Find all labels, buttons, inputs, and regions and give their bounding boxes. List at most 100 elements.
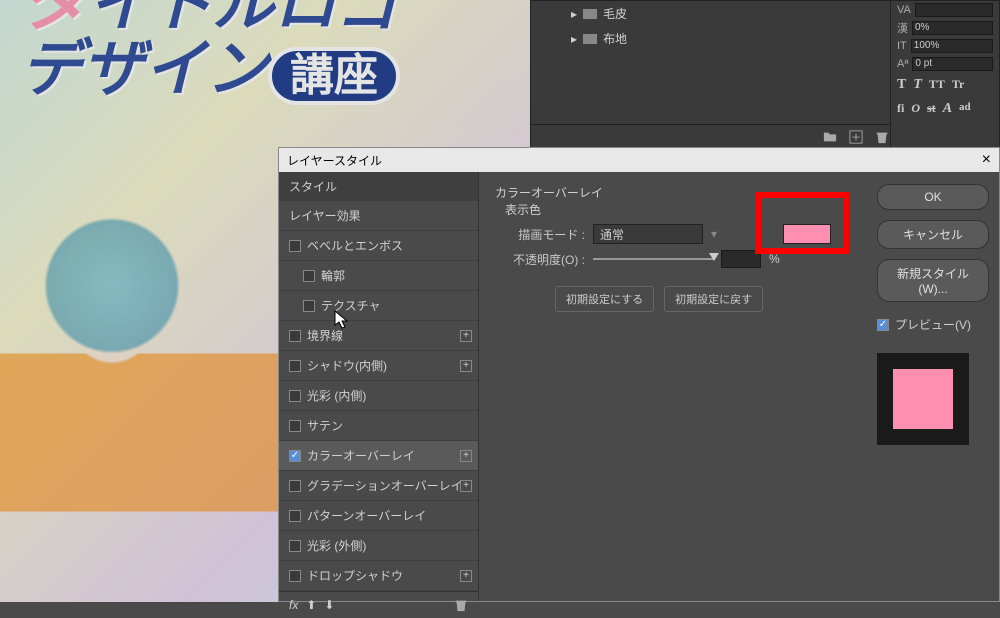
styles-header[interactable]: スタイル bbox=[279, 172, 478, 201]
chevron-down-icon[interactable]: ▾ bbox=[711, 227, 717, 241]
slider-thumb[interactable] bbox=[709, 253, 719, 261]
type-toolbar: T T TT Tr bbox=[891, 73, 999, 97]
down-icon[interactable]: ⬇ bbox=[324, 598, 334, 612]
italic-button[interactable]: T bbox=[913, 77, 922, 93]
style-checkbox[interactable] bbox=[303, 300, 315, 312]
italic-alt-button[interactable]: A bbox=[943, 101, 952, 117]
detail-area: カラーオーバーレイ 表示色 描画モード : 通常 ▾ 不透明度(O) : % 初… bbox=[479, 172, 867, 601]
style-label: 輪郭 bbox=[321, 267, 345, 284]
layer-item[interactable]: ▸ 布地 bbox=[531, 26, 909, 51]
styles-list: スタイル レイヤー効果ベベルとエンボス輪郭テクスチャ境界線+ シャドウ(内側) + 光… bbox=[279, 172, 479, 601]
style-label: レイヤー効果 bbox=[289, 207, 361, 224]
layer-footer-icons bbox=[531, 124, 909, 149]
style-checkbox[interactable] bbox=[289, 360, 301, 372]
add-icon[interactable] bbox=[849, 130, 863, 144]
add-effect-icon[interactable]: + bbox=[460, 360, 472, 372]
chevron-right-icon: ▸ bbox=[571, 7, 577, 21]
style-label: ドロップシャドウ bbox=[307, 567, 403, 584]
style-item[interactable]: テクスチャ bbox=[279, 291, 478, 321]
new-style-button[interactable]: 新規スタイル(W)... bbox=[877, 259, 989, 302]
style-label: サテン bbox=[307, 417, 343, 434]
type-toolbar-2: fi O st A ad bbox=[891, 97, 999, 121]
trash-icon[interactable] bbox=[875, 130, 889, 144]
style-label: パターンオーバーレイ bbox=[307, 507, 426, 524]
folder-icon bbox=[583, 9, 597, 19]
style-label: グラデーションオーバーレイ bbox=[307, 477, 463, 494]
style-checkbox[interactable] bbox=[303, 270, 315, 282]
folder-icon bbox=[583, 34, 597, 44]
add-effect-icon[interactable]: + bbox=[460, 570, 472, 582]
allcaps-button[interactable]: TT bbox=[929, 77, 945, 93]
dialog-buttons: OK キャンセル 新規スタイル(W)... プレビュー(V) bbox=[867, 172, 999, 601]
style-item[interactable]: 光彩 (内側) bbox=[279, 381, 478, 411]
blend-mode-dropdown[interactable]: 通常 bbox=[593, 224, 703, 244]
ligature-button[interactable]: fi bbox=[897, 101, 904, 117]
title-blue-1: イトルロゴ bbox=[88, 0, 398, 39]
va-input[interactable] bbox=[915, 3, 993, 17]
preview-swatch bbox=[877, 353, 969, 445]
ordinals-button[interactable]: O bbox=[911, 101, 920, 117]
layer-style-dialog: レイヤースタイル × スタイル レイヤー効果ベベルとエンボス輪郭テクスチャ境界線… bbox=[278, 147, 1000, 602]
style-checkbox[interactable] bbox=[289, 390, 301, 402]
blend-mode-value: 通常 bbox=[600, 226, 624, 243]
dialog-title-text: レイヤースタイル bbox=[287, 152, 382, 169]
dialog-titlebar: レイヤースタイル × bbox=[279, 148, 999, 172]
style-item[interactable]: 境界線+ bbox=[279, 321, 478, 351]
cancel-button[interactable]: キャンセル bbox=[877, 220, 989, 249]
style-item[interactable]: レイヤー効果 bbox=[279, 201, 478, 231]
style-checkbox[interactable] bbox=[289, 540, 301, 552]
trash-icon[interactable] bbox=[454, 598, 468, 612]
fx-toolbar: fx ⬆ ⬇ bbox=[279, 591, 478, 618]
reset-default-button[interactable]: 初期設定にする bbox=[555, 286, 654, 312]
folder-icon[interactable] bbox=[823, 130, 837, 144]
style-checkbox[interactable] bbox=[289, 420, 301, 432]
style-item[interactable]: シャドウ(内側) + bbox=[279, 351, 478, 381]
baseline-label: Aª bbox=[897, 58, 908, 70]
style-label: シャドウ(内側) bbox=[307, 357, 387, 374]
ok-button[interactable]: OK bbox=[877, 184, 989, 210]
kerning-input[interactable]: 0% bbox=[912, 21, 993, 35]
baseline-input[interactable]: 0 pt bbox=[912, 57, 993, 71]
preview-checkbox[interactable] bbox=[877, 319, 889, 331]
add-effect-icon[interactable]: + bbox=[460, 480, 472, 492]
smallcaps-button[interactable]: Tr bbox=[952, 77, 964, 93]
style-checkbox[interactable] bbox=[289, 510, 301, 522]
title-badge: 講座 bbox=[268, 47, 400, 105]
style-item[interactable]: サテン bbox=[279, 411, 478, 441]
opacity-label: 不透明度(O) : bbox=[495, 251, 585, 268]
style-item[interactable]: ベベルとエンボス bbox=[279, 231, 478, 261]
style-checkbox[interactable] bbox=[289, 450, 301, 462]
reset-revert-button[interactable]: 初期設定に戻す bbox=[664, 286, 763, 312]
preview-checkbox-row[interactable]: プレビュー(V) bbox=[877, 316, 989, 333]
up-icon[interactable]: ⬆ bbox=[306, 598, 316, 612]
close-button[interactable]: × bbox=[982, 151, 991, 169]
add-effect-icon[interactable]: + bbox=[460, 330, 472, 342]
character-panel: VA 漢0% IT100% Aª0 pt T T TT Tr fi O st A… bbox=[890, 0, 1000, 150]
cursor-icon bbox=[334, 310, 350, 330]
style-item[interactable]: カラーオーバーレイ+ bbox=[279, 441, 478, 471]
layer-item[interactable]: ▸ 毛皮 bbox=[531, 1, 909, 26]
add-effect-icon[interactable]: + bbox=[460, 450, 472, 462]
fx-label[interactable]: fx bbox=[289, 598, 298, 612]
style-label: テクスチャ bbox=[321, 297, 381, 314]
preview-inner-color bbox=[893, 369, 953, 429]
ad-button[interactable]: ad bbox=[959, 101, 971, 117]
va-label: VA bbox=[897, 4, 911, 16]
style-checkbox[interactable] bbox=[289, 330, 301, 342]
opacity-slider[interactable] bbox=[593, 258, 713, 260]
style-checkbox[interactable] bbox=[289, 240, 301, 252]
style-label: ベベルとエンボス bbox=[307, 237, 403, 254]
stylistic-button[interactable]: st bbox=[927, 101, 936, 117]
chevron-right-icon: ▸ bbox=[571, 32, 577, 46]
style-checkbox[interactable] bbox=[289, 480, 301, 492]
style-label: 光彩 (外側) bbox=[307, 537, 366, 554]
style-item[interactable]: 光彩 (外側) bbox=[279, 531, 478, 561]
height-input[interactable]: 100% bbox=[911, 39, 993, 53]
style-item[interactable]: ドロップシャドウ + bbox=[279, 561, 478, 591]
bold-button[interactable]: T bbox=[897, 77, 906, 93]
style-item[interactable]: グラデーションオーバーレイ+ bbox=[279, 471, 478, 501]
style-item[interactable]: パターンオーバーレイ bbox=[279, 501, 478, 531]
style-checkbox[interactable] bbox=[289, 570, 301, 582]
style-item[interactable]: 輪郭 bbox=[279, 261, 478, 291]
title-blue-2: デザイン bbox=[20, 35, 268, 104]
